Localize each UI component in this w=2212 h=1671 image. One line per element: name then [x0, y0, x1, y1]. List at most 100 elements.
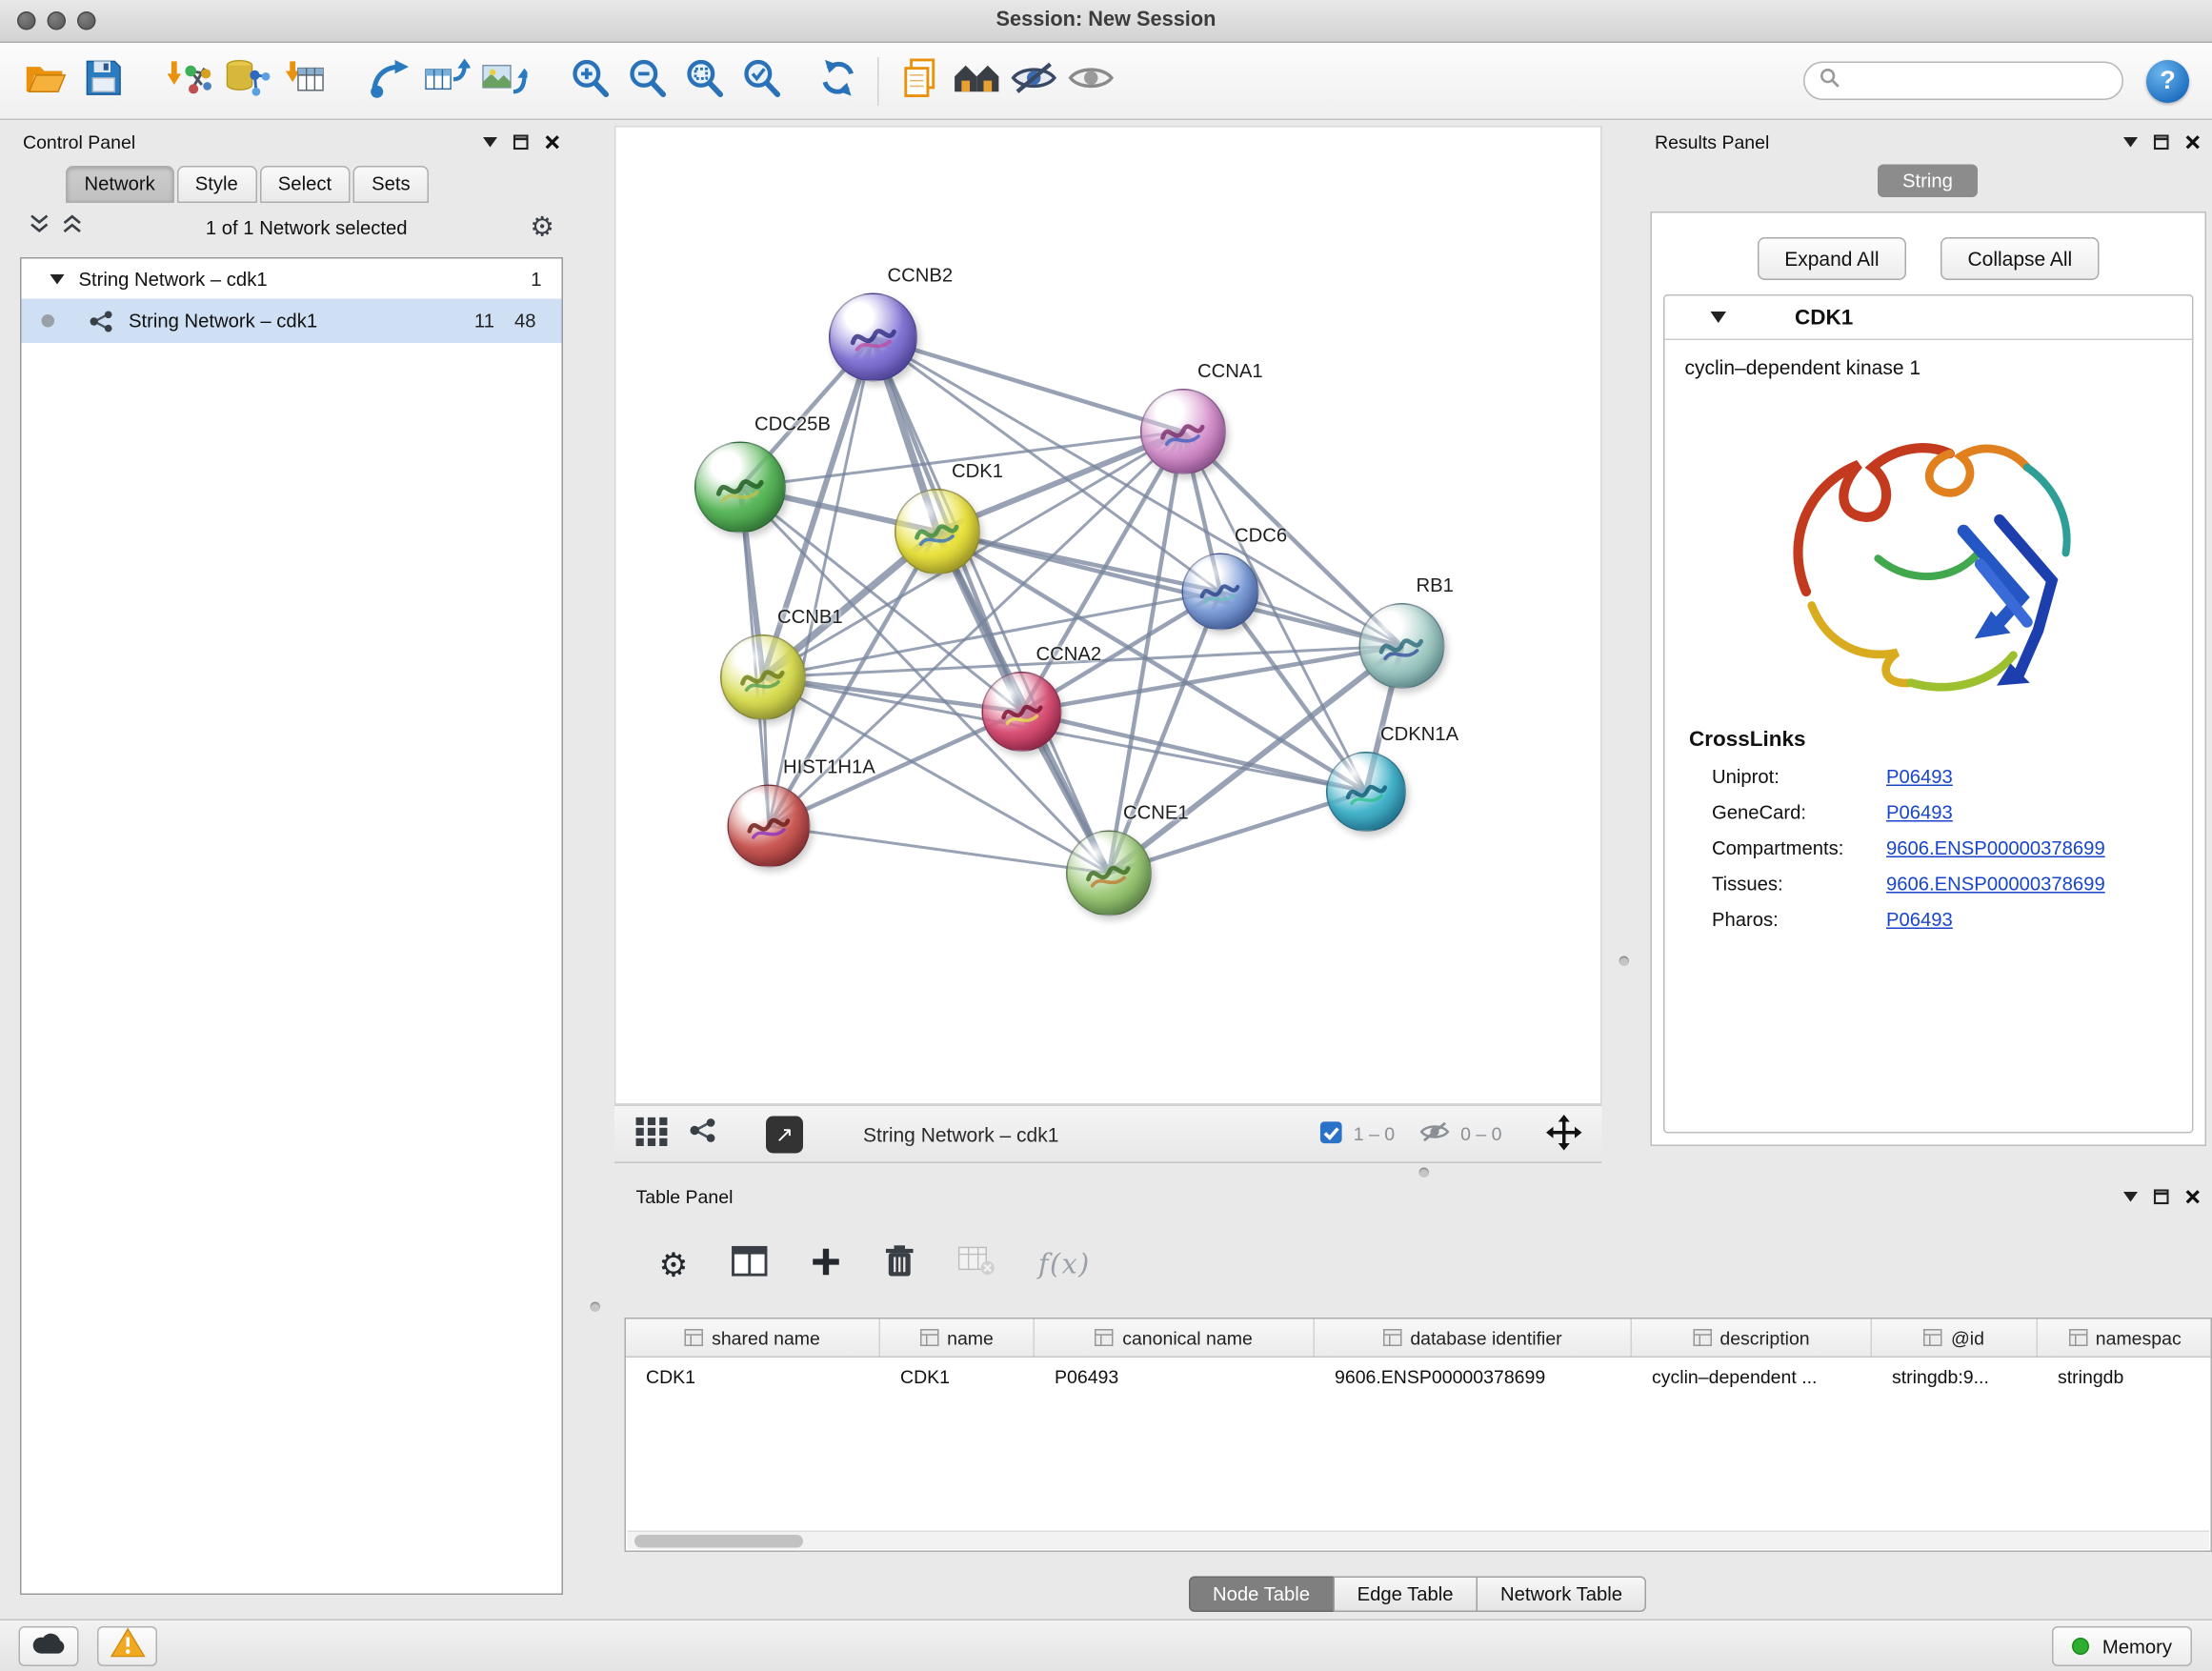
network-node-hist1h1a[interactable] [728, 785, 811, 868]
network-node-cdk1[interactable] [895, 489, 980, 574]
collapse-panel-icon[interactable] [2123, 1191, 2138, 1201]
table-cell[interactable]: P06493 [1035, 1358, 1315, 1395]
network-row[interactable]: String Network – cdk1 11 48 [22, 299, 562, 344]
crosslink-value[interactable]: P06493 [1886, 909, 1953, 931]
network-node-cdc6[interactable] [1182, 554, 1259, 631]
tab-network[interactable]: Network [66, 166, 173, 203]
help-button[interactable]: ? [2146, 59, 2189, 102]
horizontal-scrollbar[interactable] [628, 1531, 2210, 1550]
column-header[interactable]: canonical name [1035, 1319, 1315, 1357]
table-cell[interactable]: 9606.ENSP00000378699 [1315, 1358, 1632, 1395]
cloud-status-button[interactable] [19, 1626, 79, 1666]
zoom-out-button[interactable] [617, 50, 674, 111]
import-network-from-database-button[interactable] [217, 50, 274, 111]
network-node-rb1[interactable] [1359, 603, 1445, 689]
expand-all-icon[interactable] [62, 214, 84, 240]
warnings-button[interactable] [97, 1626, 157, 1666]
open-cybrowser-button[interactable] [948, 50, 1005, 111]
tab-select[interactable]: Select [259, 166, 350, 203]
import-table-from-file-button[interactable] [274, 50, 332, 111]
table-cell[interactable]: stringdb:9... [1872, 1358, 2038, 1395]
close-panel-icon[interactable] [545, 133, 561, 150]
close-panel-icon[interactable] [2185, 133, 2202, 150]
fit-content-icon[interactable] [1546, 1114, 1582, 1154]
network-node-ccna1[interactable] [1140, 389, 1226, 474]
network-node-ccne1[interactable] [1066, 831, 1152, 916]
network-overview-icon[interactable] [689, 1117, 717, 1151]
network-node-cdkn1a[interactable] [1326, 752, 1406, 832]
save-session-button[interactable] [74, 50, 131, 111]
column-header[interactable]: database identifier [1315, 1319, 1632, 1357]
table-row[interactable]: CDK1CDK1P064939606.ENSP00000378699cyclin… [626, 1358, 2211, 1395]
copy-document-button[interactable] [891, 50, 948, 111]
float-panel-icon[interactable] [2154, 1188, 2170, 1204]
vertical-splitter-handle[interactable] [1619, 956, 1630, 967]
window-titlebar[interactable]: Session: New Session [0, 0, 2212, 43]
horizontal-splitter-handle[interactable] [1419, 1168, 1430, 1178]
network-node-ccnb1[interactable] [720, 634, 806, 720]
collapse-all-button[interactable]: Collapse All [1941, 237, 2100, 280]
scrollbar-thumb[interactable] [634, 1535, 803, 1548]
collapse-all-icon[interactable] [29, 214, 50, 240]
table-options-gear-icon[interactable]: ⚙ [659, 1248, 689, 1281]
memory-button[interactable]: Memory [2052, 1626, 2192, 1666]
network-canvas[interactable]: CCNB2CCNA1CDC25BCDK1CDC6RB1CCNB1CCNA2CDK… [614, 126, 1602, 1105]
zoom-in-button[interactable] [560, 50, 617, 111]
crosslink-value[interactable]: 9606.ENSP00000378699 [1886, 874, 2105, 896]
clone-network-button[interactable] [417, 50, 474, 111]
refresh-view-button[interactable] [809, 50, 866, 111]
export-image-button[interactable] [474, 50, 532, 111]
gene-section-header[interactable]: CDK1 [1665, 296, 2193, 341]
tab-node-table[interactable]: Node Table [1188, 1577, 1334, 1613]
float-panel-icon[interactable] [513, 133, 530, 150]
node-label: CCNB2 [888, 265, 954, 287]
column-header[interactable]: @id [1872, 1319, 2038, 1357]
import-network-from-file-button[interactable] [160, 50, 217, 111]
open-session-button[interactable] [17, 50, 74, 111]
function-builder-icon[interactable]: f(x) [1038, 1249, 1091, 1280]
delete-column-icon[interactable] [884, 1243, 915, 1286]
vertical-splitter-handle[interactable] [591, 1302, 601, 1313]
hide-selected-button[interactable] [1005, 50, 1062, 111]
network-node-cdc25b[interactable] [694, 442, 786, 534]
select-columns-icon[interactable] [731, 1245, 767, 1285]
crosslink-value[interactable]: P06493 [1886, 766, 1953, 788]
tab-edge-table[interactable]: Edge Table [1333, 1577, 1478, 1613]
zoom-fit-button[interactable] [674, 50, 732, 111]
hidden-eye-slash-icon[interactable] [1419, 1120, 1451, 1148]
crosslink-value[interactable]: 9606.ENSP00000378699 [1886, 837, 2105, 859]
tab-network-table[interactable]: Network Table [1477, 1577, 1647, 1613]
network-options-gear-icon[interactable]: ⚙ [530, 213, 554, 241]
column-header[interactable]: name [880, 1319, 1035, 1357]
column-header[interactable]: shared name [626, 1319, 880, 1357]
selected-checkbox-icon[interactable] [1319, 1119, 1344, 1148]
search-input[interactable] [1849, 70, 2108, 92]
zoom-selected-button[interactable] [732, 50, 789, 111]
table-cell[interactable]: CDK1 [880, 1358, 1035, 1395]
add-column-icon[interactable] [810, 1245, 841, 1284]
show-all-button[interactable] [1062, 50, 1119, 111]
collapse-panel-icon[interactable] [2123, 136, 2138, 147]
tab-style[interactable]: Style [176, 166, 256, 203]
network-node-ccna2[interactable] [982, 672, 1062, 752]
column-header[interactable]: description [1632, 1319, 1872, 1357]
tree-expander-icon[interactable] [50, 273, 65, 284]
tab-string[interactable]: String [1879, 165, 1978, 198]
column-header[interactable]: namespac [2038, 1319, 2212, 1357]
collapse-panel-icon[interactable] [483, 136, 497, 147]
table-cell[interactable]: cyclin–dependent ... [1632, 1358, 1872, 1395]
expand-all-button[interactable]: Expand All [1758, 237, 1906, 280]
network-node-ccnb2[interactable] [829, 293, 917, 382]
section-collapse-icon[interactable] [1711, 312, 1727, 323]
crosslink-value[interactable]: P06493 [1886, 802, 1953, 824]
close-panel-icon[interactable] [2185, 1188, 2202, 1204]
tab-sets[interactable]: Sets [353, 166, 430, 203]
table-cell[interactable]: stringdb [2038, 1358, 2212, 1395]
search-box[interactable] [1803, 62, 2123, 101]
grid-view-icon[interactable] [634, 1116, 669, 1153]
table-cell[interactable]: CDK1 [626, 1358, 880, 1395]
network-collection-row[interactable]: String Network – cdk1 1 [22, 259, 562, 299]
float-panel-icon[interactable] [2154, 133, 2170, 150]
new-network-button[interactable] [360, 50, 417, 111]
export-view-icon[interactable]: ↗ [766, 1116, 803, 1153]
